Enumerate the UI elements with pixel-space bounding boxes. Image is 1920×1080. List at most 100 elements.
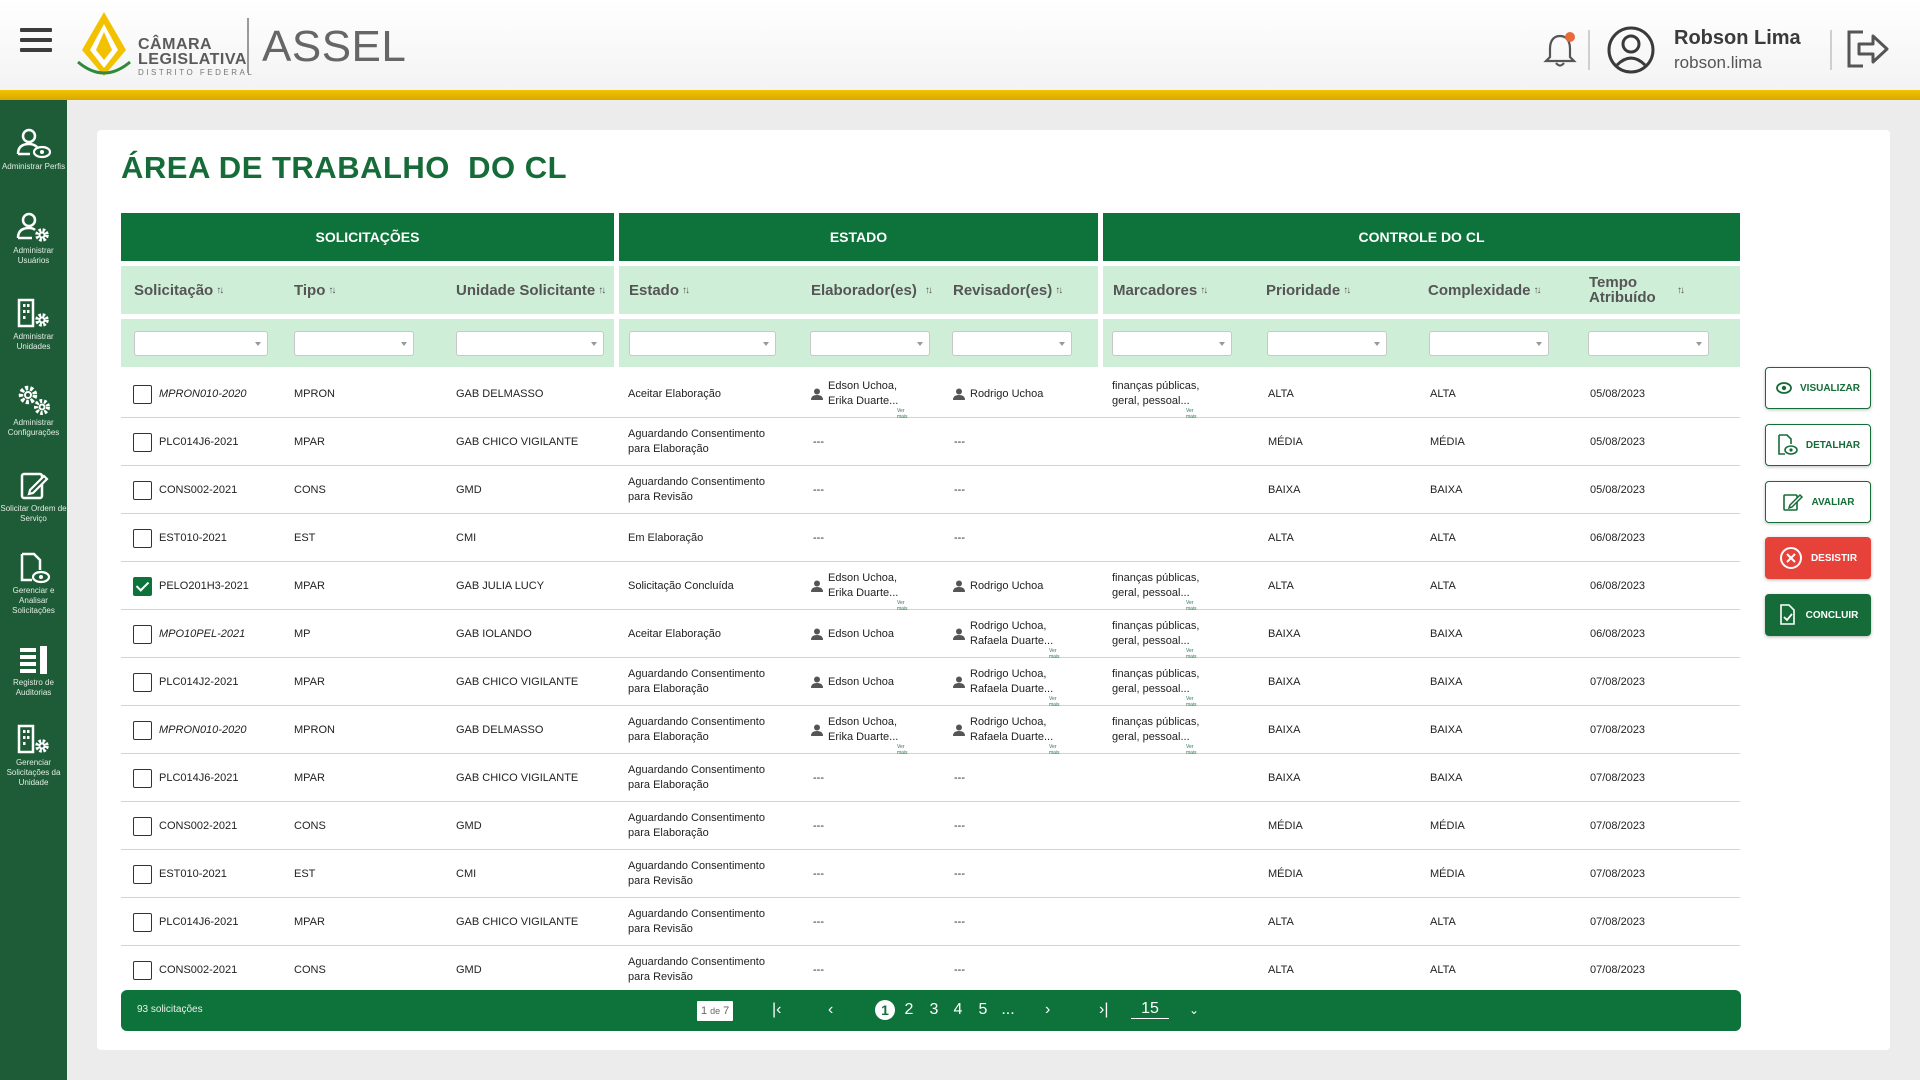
row-checkbox[interactable] — [133, 721, 152, 740]
column-header-elaboradores[interactable]: Elaborador(es) ↑↓ — [811, 266, 933, 314]
table-row[interactable]: MPO10PEL-2021 MP GAB IOLANDO Aceitar Elabor… — [121, 610, 1740, 660]
cell-solicitacao[interactable]: PLC014J2-2021 — [159, 658, 239, 706]
row-checkbox[interactable] — [133, 913, 152, 932]
sort-icon[interactable]: ↑↓ — [925, 285, 933, 296]
column-header-prioridade[interactable]: Prioridade ↑↓ — [1266, 266, 1351, 314]
row-checkbox[interactable] — [133, 625, 152, 644]
sort-icon[interactable]: ↑↓ — [1055, 285, 1063, 296]
row-checkbox[interactable] — [133, 577, 152, 596]
page-3[interactable]: 3 — [924, 1000, 944, 1020]
row-checkbox[interactable] — [133, 673, 152, 692]
cell-solicitacao[interactable]: PELO201H3-2021 — [159, 562, 249, 610]
column-header-tempo[interactable]: Tempo Atribuído ↑↓ — [1589, 266, 1685, 314]
row-checkbox[interactable] — [133, 961, 152, 980]
cell-solicitacao[interactable]: CONS002-2021 — [159, 802, 237, 850]
table-row[interactable]: PLC014J6-2021 MPAR GAB CHICO VIGILANTE Agua… — [121, 754, 1740, 802]
table-row[interactable]: EST010-2021 EST CMI Em Elaboração --- --- ALTA… — [121, 514, 1740, 562]
column-header-tipo[interactable]: Tipo ↑↓ — [294, 266, 336, 314]
cell-solicitacao[interactable]: EST010-2021 — [159, 514, 227, 562]
filter-marcadores[interactable] — [1112, 331, 1232, 356]
cell-solicitacao[interactable]: PLC014J6-2021 — [159, 754, 239, 802]
avatar[interactable] — [1606, 25, 1656, 75]
row-checkbox[interactable] — [133, 481, 152, 500]
table-row[interactable]: CONS002-2021 CONS GMD Aguardando Consentime… — [121, 466, 1740, 514]
table-row[interactable]: CONS002-2021 CONS GMD Aguardando Consentime… — [121, 946, 1740, 994]
sidebar-item-solicitar-ordem[interactable]: Solicitar Ordem de Serviço — [0, 470, 67, 524]
sidebar-item-gerenciar-analisar[interactable]: Gerenciar e Analisar Solicitações — [0, 552, 67, 616]
filter-estado[interactable] — [629, 331, 776, 356]
row-checkbox[interactable] — [133, 433, 152, 452]
cell-solicitacao[interactable]: CONS002-2021 — [159, 946, 237, 994]
sidebar-item-perfis[interactable]: Administrar Perfis — [0, 128, 67, 172]
table-row[interactable]: PLC014J6-2021 MPAR GAB CHICO VIGILANTE Agua… — [121, 418, 1740, 466]
sort-icon[interactable]: ↑↓ — [598, 285, 606, 296]
column-header-complexidade[interactable]: Complexidade ↑↓ — [1428, 266, 1542, 314]
row-checkbox[interactable] — [133, 817, 152, 836]
sidebar-item-configuracoes[interactable]: Administrar Configurações — [0, 384, 67, 438]
cell-solicitacao[interactable]: MPO10PEL-2021 — [159, 610, 245, 658]
sort-icon[interactable]: ↑↓ — [216, 285, 224, 296]
avaliar-button[interactable]: AVALIAR — [1765, 481, 1871, 523]
cell-elaboradores: --- — [813, 820, 824, 832]
column-header-unidade[interactable]: Unidade Solicitante ↑↓ — [456, 266, 606, 314]
cell-solicitacao[interactable]: MPRON010-2020 — [159, 706, 246, 754]
cell-solicitacao[interactable]: CONS002-2021 — [159, 466, 237, 514]
first-page-icon[interactable]: |‹ — [772, 998, 781, 1022]
desistir-button[interactable]: DESISTIR — [1765, 537, 1871, 579]
table-row[interactable]: CONS002-2021 CONS GMD Aguardando Consentime… — [121, 802, 1740, 850]
sort-icon[interactable]: ↑↓ — [1200, 285, 1208, 296]
filter-revisadores[interactable] — [952, 331, 1072, 356]
logout-icon[interactable] — [1845, 28, 1891, 70]
cell-solicitacao[interactable]: MPRON010-2020 — [159, 370, 246, 418]
next-page-icon[interactable]: › — [1045, 998, 1050, 1022]
table-row[interactable]: PLC014J2-2021 MPAR GAB CHICO VIGILANTE Agua… — [121, 658, 1740, 708]
table-row[interactable]: PELO201H3-2021 MPAR GAB JULIA LUCY Solicita… — [121, 562, 1740, 612]
cell-solicitacao[interactable]: PLC014J6-2021 — [159, 898, 239, 946]
page-2[interactable]: 2 — [899, 1000, 919, 1020]
detalhar-button[interactable]: DETALHAR — [1765, 424, 1871, 466]
menu-icon[interactable] — [20, 28, 52, 60]
row-checkbox[interactable] — [133, 865, 152, 884]
sidebar-item-usuarios[interactable]: Administrar Usuários — [0, 212, 67, 266]
sort-icon[interactable]: ↑↓ — [1534, 285, 1542, 296]
last-page-icon[interactable]: ›| — [1099, 998, 1108, 1022]
visualizar-button[interactable]: VISUALIZAR — [1765, 367, 1871, 409]
column-header-solicitacao[interactable]: Solicitação ↑↓ — [134, 266, 224, 314]
sort-icon[interactable]: ↑↓ — [1343, 285, 1351, 296]
per-page-select[interactable]: 15 — [1131, 1000, 1169, 1019]
table-row[interactable]: MPRON010-2020 MPRON GAB DELMASSO Aguardando… — [121, 706, 1740, 756]
filter-tempo[interactable] — [1588, 331, 1709, 356]
column-header-estado[interactable]: Estado ↑↓ — [629, 266, 690, 314]
table-row[interactable]: EST010-2021 EST CMI Aguardando Consentiment… — [121, 850, 1740, 898]
page-5[interactable]: 5 — [973, 1000, 993, 1020]
sort-icon[interactable]: ↑↓ — [1677, 285, 1685, 296]
table-row[interactable]: MPRON010-2020 MPRON GAB DELMASSO Aceitar El… — [121, 370, 1740, 420]
row-checkbox[interactable] — [133, 529, 152, 548]
page-1[interactable]: 1 — [875, 1000, 895, 1020]
cell-solicitacao[interactable]: EST010-2021 — [159, 850, 227, 898]
bell-icon[interactable] — [1542, 30, 1578, 70]
chevron-down-icon[interactable]: ⌄ — [1189, 998, 1199, 1022]
sort-icon[interactable]: ↑↓ — [682, 285, 690, 296]
row-checkbox[interactable] — [133, 769, 152, 788]
row-checkbox[interactable] — [133, 385, 152, 404]
table-row[interactable]: PLC014J6-2021 MPAR GAB CHICO VIGILANTE Agua… — [121, 898, 1740, 946]
sidebar-item-unidades[interactable]: Administrar Unidades — [0, 298, 67, 352]
filter-prioridade[interactable] — [1267, 331, 1387, 356]
sidebar-item-auditorias[interactable]: Registro de Auditorias — [0, 644, 67, 698]
sort-icon[interactable]: ↑↓ — [328, 285, 336, 296]
sidebar-item-gerenciar-unidade[interactable]: Gerenciar Solicitações da Unidade — [0, 724, 67, 788]
filter-elaboradores[interactable] — [810, 331, 930, 356]
column-header-marcadores[interactable]: Marcadores ↑↓ — [1113, 266, 1208, 314]
filter-unidade[interactable] — [456, 331, 604, 356]
concluir-button[interactable]: CONCLUIR — [1765, 594, 1871, 636]
page-4[interactable]: 4 — [948, 1000, 968, 1020]
column-header-revisadores[interactable]: Revisador(es) ↑↓ — [953, 266, 1063, 314]
filter-tipo[interactable] — [294, 331, 414, 356]
cell-complexidade: BAIXA — [1430, 628, 1463, 640]
page-indicator[interactable]: 1 de 7 — [697, 1001, 734, 1021]
filter-complexidade[interactable] — [1429, 331, 1549, 356]
cell-solicitacao[interactable]: PLC014J6-2021 — [159, 418, 239, 466]
previous-page-icon[interactable]: ‹ — [828, 998, 833, 1022]
filter-solicitacao[interactable] — [134, 331, 268, 356]
